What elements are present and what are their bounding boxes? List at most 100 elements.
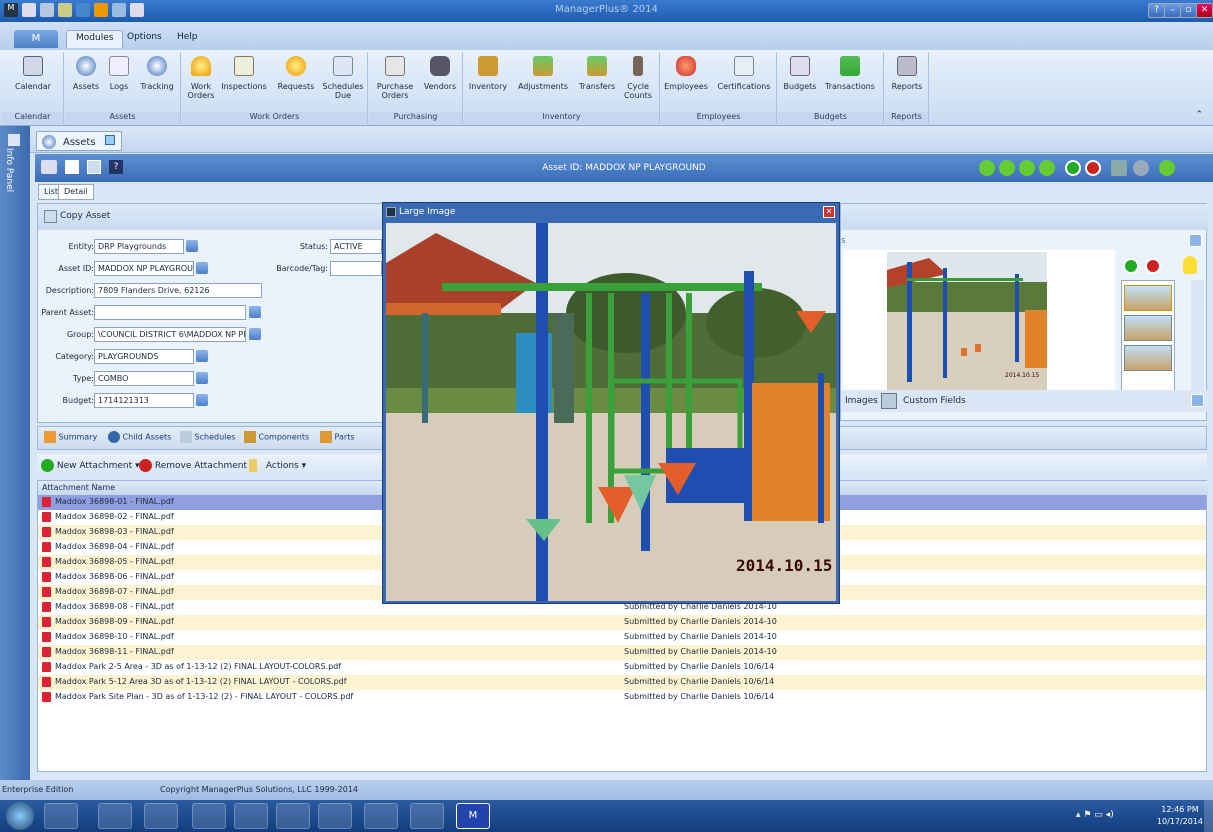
file-explorer-icon[interactable] — [98, 803, 132, 829]
browser-icon[interactable] — [318, 803, 352, 829]
close-button[interactable]: ✕ — [1196, 3, 1213, 18]
tab-parts[interactable]: Parts — [320, 431, 355, 443]
tab-summary[interactable]: Summary — [44, 431, 97, 443]
group-lookup-icon[interactable] — [249, 328, 261, 340]
outlook-icon[interactable] — [144, 803, 178, 829]
type-dropdown-icon[interactable] — [196, 372, 208, 384]
paint-icon[interactable] — [364, 803, 398, 829]
managerplus-taskbar-button[interactable]: M — [456, 803, 490, 829]
system-clock[interactable]: 12:46 PM 10/17/2014 — [1157, 804, 1203, 828]
copy-asset-button[interactable]: Copy Asset — [42, 209, 114, 225]
arrow-left-icon[interactable] — [999, 160, 1015, 176]
tab-schedules[interactable]: Schedules — [180, 431, 235, 443]
undo-icon[interactable] — [1133, 160, 1149, 176]
remove-image-icon[interactable] — [1145, 258, 1161, 274]
table-row[interactable]: Maddox 36898-11 - FINAL.pdf Submitted by … — [38, 645, 1206, 660]
tab-help[interactable]: Help — [168, 30, 207, 48]
calendar-button[interactable]: Calendar — [8, 56, 58, 91]
reports-button[interactable]: Reports — [889, 56, 925, 91]
internet-explorer-icon[interactable] — [44, 803, 78, 829]
group-field[interactable]: \COUNCIL DISTRICT 6\MADDOX NP PLAY — [94, 327, 246, 342]
budget-dropdown-icon[interactable] — [196, 394, 208, 406]
description-field[interactable]: 7809 Flanders Drive, 62126 — [94, 283, 262, 298]
add-icon[interactable] — [1065, 160, 1081, 176]
tab-close-icon[interactable] — [104, 135, 115, 145]
parent-asset-field[interactable] — [94, 305, 246, 320]
inventory-button[interactable]: Inventory — [466, 56, 510, 91]
arrow-right-icon[interactable] — [1019, 160, 1035, 176]
thumbnail-item[interactable] — [1124, 285, 1172, 311]
save-icon[interactable] — [1111, 160, 1127, 176]
excel-icon[interactable] — [234, 803, 268, 829]
logs-button[interactable]: Logs — [105, 56, 133, 91]
tab-components[interactable]: Components — [244, 431, 309, 443]
info-panel-pin-icon[interactable] — [8, 134, 20, 146]
purchase-orders-button[interactable]: Purchase Orders — [373, 56, 417, 100]
add-image-icon[interactable] — [1123, 258, 1139, 274]
remove-attachment-button[interactable]: Remove Attachment — [139, 459, 247, 472]
expand-icon[interactable] — [1191, 394, 1204, 407]
arrow-down-icon[interactable] — [1039, 160, 1055, 176]
tab-options[interactable]: Options — [118, 30, 171, 48]
employees-button[interactable]: Employees — [663, 56, 709, 91]
requests-button[interactable]: Requests — [276, 56, 316, 91]
inspections-button[interactable]: Inspections — [220, 56, 268, 91]
thumbnail-item[interactable] — [1124, 345, 1172, 371]
onenote-icon[interactable] — [192, 803, 226, 829]
work-orders-button[interactable]: Work Orders — [184, 56, 218, 100]
help-button[interactable]: ? — [1148, 3, 1165, 18]
image-preview[interactable]: 2014.10.15 — [887, 252, 1047, 390]
certifications-button[interactable]: Certifications — [713, 56, 775, 91]
tab-modules[interactable]: Modules — [66, 30, 124, 48]
tab-detail[interactable]: Detail — [58, 184, 94, 200]
parent-asset-lookup-icon[interactable] — [249, 306, 261, 318]
pen-app-icon[interactable] — [410, 803, 444, 829]
category-field[interactable]: PLAYGROUNDS — [94, 349, 194, 364]
info-panel[interactable] — [0, 126, 30, 780]
thumbnail-scrollbar[interactable] — [1191, 280, 1204, 394]
assets-button[interactable]: Assets — [69, 56, 103, 91]
table-row[interactable]: Maddox 36898-10 - FINAL.pdf Submitted by … — [38, 630, 1206, 645]
thumbnail-item[interactable] — [1124, 315, 1172, 341]
collapse-ribbon-icon[interactable]: ⌃ — [1195, 110, 1203, 120]
minimize-button[interactable]: – — [1164, 3, 1181, 18]
budget-field[interactable]: 1714121313 — [94, 393, 194, 408]
tab-assets[interactable]: Assets — [36, 131, 122, 151]
tab-custom-fields[interactable]: Custom Fields — [903, 396, 966, 406]
word-icon[interactable] — [276, 803, 310, 829]
panel-expand-icon[interactable] — [1189, 234, 1202, 247]
table-row[interactable]: Maddox 36898-09 - FINAL.pdf Submitted by … — [38, 615, 1206, 630]
budgets-button[interactable]: Budgets — [782, 56, 818, 91]
entity-field[interactable]: DRP Playgrounds — [94, 239, 184, 254]
entity-dropdown-icon[interactable] — [186, 240, 198, 252]
show-desktop-button[interactable] — [1204, 800, 1213, 832]
cycle-counts-button[interactable]: Cycle Counts — [620, 56, 656, 100]
asset-id-lookup-icon[interactable] — [196, 262, 208, 274]
schedules-due-button[interactable]: Schedules Due — [320, 56, 366, 100]
dialog-close-button[interactable]: ✕ — [823, 206, 835, 218]
lightbulb-icon[interactable] — [1183, 256, 1197, 274]
arrow-up-icon[interactable] — [979, 160, 995, 176]
delete-icon[interactable] — [1085, 160, 1101, 176]
adjustments-button[interactable]: Adjustments — [514, 56, 572, 91]
start-button[interactable] — [6, 802, 34, 830]
type-field[interactable]: COMBO — [94, 371, 194, 386]
application-orb-button[interactable]: M — [14, 30, 58, 48]
category-dropdown-icon[interactable] — [196, 350, 208, 362]
system-tray-icons[interactable]: ▴ ⚑ ▭ ◂) — [1076, 810, 1116, 822]
barcode-field[interactable] — [330, 261, 382, 276]
new-attachment-button[interactable]: New Attachment ▾ — [41, 459, 140, 472]
table-row[interactable]: Maddox Park Site Plan - 3D as of 1-13-12… — [38, 690, 1206, 705]
table-row[interactable]: Maddox Park 2-5 Area - 3D as of 1-13-12 … — [38, 660, 1206, 675]
maximize-button[interactable]: ▫ — [1180, 3, 1197, 18]
tab-child-assets[interactable]: Child Assets — [108, 431, 171, 443]
vendors-button[interactable]: Vendors — [421, 56, 459, 91]
tracking-button[interactable]: Tracking — [137, 56, 177, 91]
table-row[interactable]: Maddox Park 5-12 Area 3D as of 1-13-12 (… — [38, 675, 1206, 690]
transfers-button[interactable]: Transfers — [576, 56, 618, 91]
refresh-icon[interactable] — [1159, 160, 1175, 176]
asset-id-field[interactable]: MADDOX NP PLAYGROUND — [94, 261, 194, 276]
actions-button[interactable]: Actions ▾ — [249, 459, 306, 472]
tab-images[interactable]: Images — [845, 396, 878, 406]
transactions-button[interactable]: Transactions — [820, 56, 880, 91]
